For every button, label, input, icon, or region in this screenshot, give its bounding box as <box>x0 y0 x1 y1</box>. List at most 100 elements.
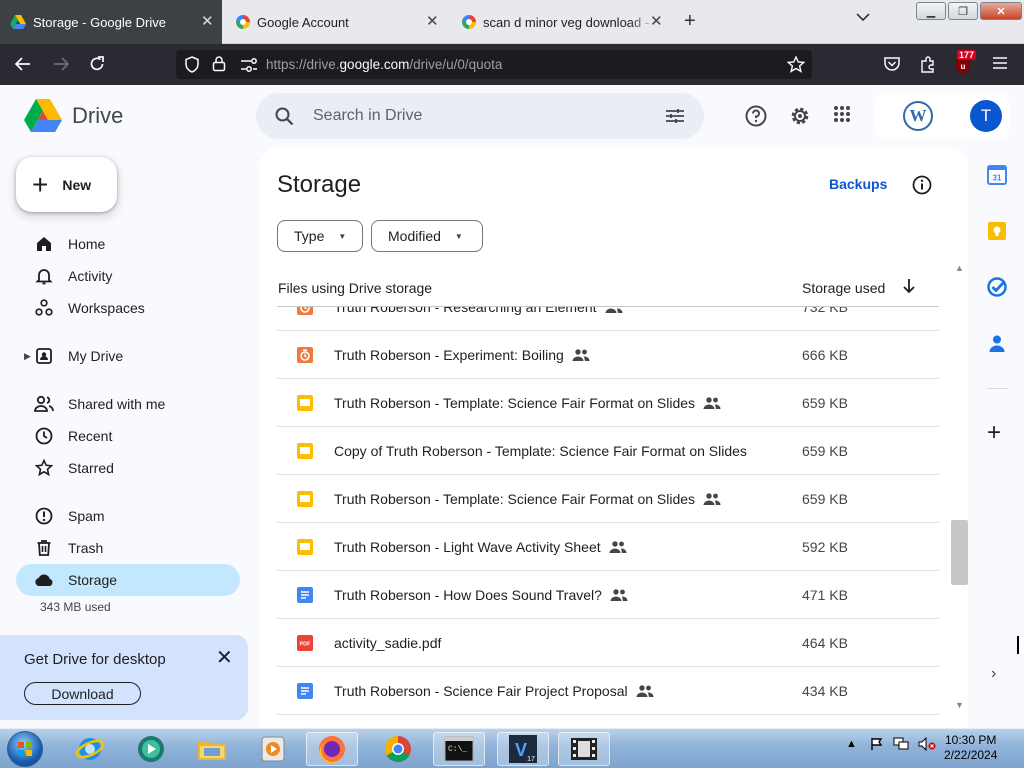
trash-icon <box>37 540 51 556</box>
list-all-tabs-icon[interactable] <box>856 12 870 22</box>
forward-icon[interactable] <box>52 55 70 73</box>
file-explorer-icon[interactable] <box>186 732 238 766</box>
window-controls: ▁ ❐ ✕ <box>916 2 1022 20</box>
sidebar-item-activity[interactable]: Activity <box>16 260 240 292</box>
taskbar-clock[interactable]: 10:30 PM 2/22/2024 <box>944 733 997 763</box>
sidebar-item-starred[interactable]: Starred <box>16 452 240 484</box>
slides-file-icon <box>297 395 313 411</box>
tab-storage-google-drive[interactable]: Storage - Google Drive ✕ <box>0 0 222 44</box>
help-icon[interactable] <box>745 105 767 127</box>
file-list: Truth Roberson - Researching an Element 7… <box>277 307 939 728</box>
tracking-protection-shield-icon[interactable] <box>184 56 200 73</box>
menu-icon[interactable] <box>992 55 1008 71</box>
hide-side-panel-icon[interactable]: › <box>991 665 996 683</box>
apps-grid-icon[interactable] <box>833 105 851 123</box>
file-name-cell: Truth Roberson - Experiment: Boiling <box>334 347 590 363</box>
video-editor-icon[interactable] <box>558 732 610 766</box>
storage-column-header[interactable]: Storage used <box>802 280 885 296</box>
command-prompt-icon[interactable]: C:\_ <box>433 732 485 766</box>
start-button-icon[interactable] <box>7 731 43 767</box>
reload-icon[interactable] <box>88 55 106 73</box>
table-row[interactable]: Truth Roberson - Experiment: Boiling 666 … <box>277 331 939 379</box>
sidebar-item-recent[interactable]: Recent <box>16 420 240 452</box>
expand-arrow-icon[interactable]: ▶ <box>24 351 31 362</box>
tasks-icon[interactable] <box>987 277 1009 299</box>
table-row[interactable]: Truth Roberson - How Does Sound Travel? 4… <box>277 571 939 619</box>
tab-search[interactable]: scan d minor veg download - G ✕ <box>452 0 672 44</box>
file-name: activity_sadie.pdf <box>334 635 442 651</box>
permissions-icon[interactable] <box>240 58 258 72</box>
sidebar-item-spam[interactable]: Spam <box>16 500 240 532</box>
sidebar-item-my-drive[interactable]: ▶ My Drive <box>16 340 240 372</box>
sidebar-item-home[interactable]: Home <box>16 228 240 260</box>
sidebar-item-shared-with-me[interactable]: Shared with me <box>16 388 240 420</box>
close-window-icon[interactable]: ✕ <box>980 2 1022 20</box>
network-icon[interactable] <box>893 737 909 751</box>
search-icon[interactable] <box>275 107 294 126</box>
minimize-icon[interactable]: ▁ <box>916 2 946 20</box>
video-player-icon[interactable] <box>247 732 299 766</box>
calendar-icon[interactable]: 31 <box>987 165 1009 187</box>
contacts-icon[interactable] <box>987 333 1009 355</box>
sidebar-item-storage[interactable]: Storage <box>16 564 240 596</box>
backups-link[interactable]: Backups <box>829 176 887 192</box>
get-add-ons-icon[interactable]: + <box>987 419 1001 447</box>
windows-taskbar: C:\_ V 17 ▲ 10:30 PM 2/22/2024 <box>0 728 1024 768</box>
close-tab-icon[interactable]: ✕ <box>426 12 439 30</box>
table-row[interactable]: PDF activity_sadie.pdf 464 KB <box>277 619 939 667</box>
chrome-icon[interactable] <box>372 732 424 766</box>
back-icon[interactable] <box>14 55 32 73</box>
action-center-flag-icon[interactable] <box>870 737 884 751</box>
url-bar[interactable]: https://drive.google.com/drive/u/0/quota <box>176 50 812 79</box>
extensions-icon[interactable] <box>919 55 937 73</box>
table-row[interactable]: Truth Roberson - Science Fair Project Pr… <box>277 667 939 715</box>
drive-logo[interactable]: Drive <box>24 99 123 133</box>
type-filter-chip[interactable]: Type ▼ <box>277 220 363 252</box>
search-bar[interactable]: Search in Drive <box>256 93 704 139</box>
scrollbar-thumb[interactable] <box>951 520 968 585</box>
slides-file-icon <box>297 539 313 555</box>
new-tab-icon[interactable]: + <box>684 10 696 33</box>
workspace-logo-icon[interactable]: W <box>903 101 933 131</box>
search-input[interactable]: Search in Drive <box>313 107 422 125</box>
table-row[interactable]: Truth Roberson - Template: Science Fair … <box>277 475 939 523</box>
show-hidden-icons-icon[interactable]: ▲ <box>846 738 857 750</box>
vegas-pro-icon[interactable]: V 17 <box>497 732 549 766</box>
new-button[interactable]: + New <box>16 157 117 212</box>
internet-explorer-icon[interactable] <box>64 732 116 766</box>
search-options-icon[interactable] <box>666 108 684 124</box>
page-title: Storage <box>277 171 362 198</box>
close-promo-icon[interactable]: ✕ <box>216 645 233 670</box>
lock-icon[interactable] <box>212 55 226 72</box>
settings-gear-icon[interactable] <box>789 105 811 127</box>
sidebar-item-trash[interactable]: Trash <box>16 532 240 564</box>
pocket-icon[interactable] <box>883 55 901 73</box>
google-favicon-icon <box>236 15 250 29</box>
close-tab-icon[interactable]: ✕ <box>201 12 214 30</box>
tab-google-account[interactable]: Google Account ✕ <box>226 0 448 44</box>
table-row[interactable]: Truth Roberson - Template: Science Fair … <box>277 379 939 427</box>
promo-title: Get Drive for desktop <box>24 651 166 668</box>
volume-muted-icon[interactable] <box>918 737 936 751</box>
file-name-cell: Copy of Truth Roberson - Template: Scien… <box>334 443 747 459</box>
table-row[interactable]: Copy of Truth Roberson - Template: Scien… <box>277 427 939 475</box>
sidebar-item-workspaces[interactable]: Workspaces <box>16 292 240 324</box>
storage-size: 592 KB <box>802 539 848 555</box>
close-tab-icon[interactable]: ✕ <box>650 12 663 30</box>
info-icon[interactable] <box>912 175 932 195</box>
firefox-icon[interactable] <box>306 732 358 766</box>
keep-icon[interactable] <box>987 221 1009 243</box>
media-player-icon[interactable] <box>125 732 177 766</box>
bookmark-star-icon[interactable] <box>787 56 805 73</box>
system-tray: ▲ <box>846 737 936 751</box>
table-row[interactable]: Truth Roberson - Light Wave Activity She… <box>277 523 939 571</box>
table-row[interactable]: Truth Roberson - Researching an Element 7… <box>277 307 939 331</box>
modified-filter-chip[interactable]: Modified ▼ <box>371 220 483 252</box>
scroll-down-arrow-icon[interactable]: ▼ <box>955 700 964 710</box>
svg-text:u: u <box>961 62 966 71</box>
storage-size: 659 KB <box>802 491 848 507</box>
restore-icon[interactable]: ❐ <box>948 2 978 20</box>
download-button[interactable]: Download <box>24 682 141 705</box>
sort-descending-icon[interactable] <box>902 277 916 295</box>
scroll-up-arrow-icon[interactable]: ▲ <box>955 263 964 273</box>
